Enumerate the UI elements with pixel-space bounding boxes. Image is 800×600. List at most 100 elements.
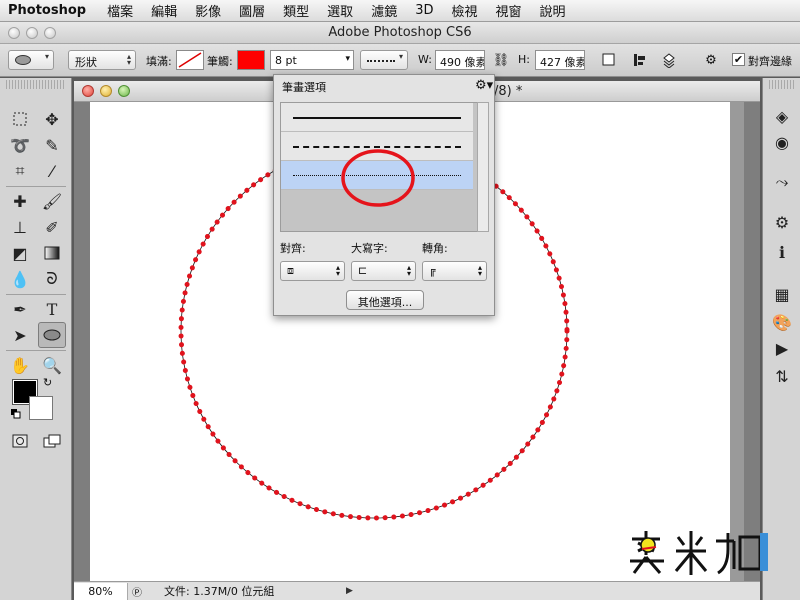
zoom-level[interactable]: 80% — [74, 582, 128, 600]
path-arrangement-icon[interactable] — [660, 51, 678, 69]
color-panel-icon[interactable]: 🎨 — [769, 310, 795, 334]
swatches-panel-icon[interactable]: ▦ — [769, 282, 795, 306]
gear-icon[interactable]: ⚙▾ — [475, 78, 493, 93]
menu-edit[interactable]: 編輯 — [142, 1, 186, 20]
marquee-tool-icon[interactable] — [6, 106, 34, 132]
path-selection-tool-icon[interactable]: ➤ — [6, 322, 34, 348]
document-close-button[interactable] — [82, 85, 94, 97]
stroke-style-solid[interactable] — [281, 103, 473, 132]
document-title: /8) * — [494, 84, 523, 99]
chevron-down-icon: ▾ — [398, 52, 403, 61]
status-menu-arrow-icon[interactable]: ▶ — [346, 586, 353, 596]
updown-arrows-icon: ▴ ▾ — [477, 263, 482, 278]
stroke-color-swatch[interactable] — [237, 50, 265, 70]
status-bar: 80% Ⓟ 文件: 1.37M/0 位元組 ▶ — [74, 581, 760, 600]
document-zoom-button[interactable] — [118, 85, 130, 97]
height-label: H: — [518, 53, 530, 66]
file-size-info: 文件: 1.37M/0 位元組 — [164, 585, 275, 598]
zoom-tool-icon[interactable]: 🔍 — [38, 352, 66, 378]
clone-stamp-tool-icon[interactable]: ⊥ — [6, 214, 34, 240]
type-tool-icon[interactable]: T — [38, 296, 66, 322]
align-label: 對齊: — [280, 242, 306, 255]
proof-icon[interactable]: Ⓟ — [128, 584, 146, 599]
actions-panel-icon[interactable]: ▶ — [769, 336, 795, 360]
more-options-button[interactable]: 其他選項... — [346, 290, 424, 310]
swap-colors-icon[interactable]: ↻ — [43, 376, 52, 389]
info-panel-icon[interactable]: ℹ — [769, 240, 795, 264]
adjustments-panel-icon[interactable]: ⚙ — [769, 210, 795, 234]
hand-tool-icon[interactable]: ✋ — [6, 352, 34, 378]
menu-view[interactable]: 檢視 — [442, 1, 486, 20]
stroke-type-picker[interactable]: ▾ — [360, 50, 408, 70]
corners-label: 轉角: — [422, 242, 448, 255]
stroke-options-title: 筆畫選項 — [282, 81, 326, 94]
vertical-scrollbar[interactable] — [730, 102, 744, 581]
panel-grip[interactable] — [6, 80, 66, 89]
no-fill-icon — [178, 52, 202, 68]
fill-swatch[interactable] — [176, 50, 204, 70]
align-dropdown[interactable]: ⧈ ▴ ▾ — [280, 261, 345, 281]
chevron-down-icon: ▾ — [345, 54, 350, 64]
ellipse-preset-icon — [15, 55, 31, 65]
gradient-tool-icon[interactable] — [38, 240, 66, 266]
align-inside-icon: ⧈ — [287, 264, 294, 277]
updown-arrows-icon: ▴ ▾ — [335, 263, 340, 278]
background-color-swatch[interactable] — [29, 396, 53, 420]
menu-file[interactable]: 檔案 — [98, 1, 142, 20]
eraser-tool-icon[interactable]: ◩ — [6, 240, 34, 266]
tool-preset-picker[interactable]: ▾ — [8, 50, 54, 70]
ellipse-tool-icon[interactable] — [38, 322, 66, 348]
path-operations-icon[interactable] — [600, 51, 618, 69]
quick-mask-icon[interactable] — [6, 428, 34, 454]
default-colors-icon[interactable] — [11, 409, 21, 419]
app-menu[interactable]: Photoshop — [0, 3, 98, 18]
caps-dropdown[interactable]: ⊏ ▴ ▾ — [351, 261, 416, 281]
stroke-label: 筆觸: — [207, 55, 233, 68]
fill-label: 填滿: — [146, 55, 172, 68]
stroke-width-field[interactable]: 8 pt ▾ — [270, 50, 354, 70]
corners-dropdown[interactable]: ╔ ▴ ▾ — [422, 261, 487, 281]
menu-type[interactable]: 類型 — [274, 1, 318, 20]
menu-help[interactable]: 說明 — [531, 1, 575, 20]
eyedropper-tool-icon[interactable]: ⁄ — [38, 158, 66, 184]
screen-mode-icon[interactable] — [38, 428, 66, 454]
panel-dock: ◈ ◉ ⤳ ⚙ ℹ ▦ 🎨 ▶ ⇅ — [762, 78, 800, 600]
blur-tool-icon[interactable]: 💧 — [6, 266, 34, 292]
layers-panel-icon[interactable]: ◈ — [769, 104, 795, 128]
lasso-tool-icon[interactable]: ➰ — [6, 132, 34, 158]
panel-grip[interactable] — [769, 80, 795, 89]
healing-brush-tool-icon[interactable]: ✚ — [6, 188, 34, 214]
align-edges-checkbox[interactable]: ✔ — [732, 53, 745, 66]
move-tool-icon[interactable]: ✥ — [38, 106, 66, 132]
application-title: Adobe Photoshop CS6 — [328, 25, 472, 40]
menu-layer[interactable]: 圖層 — [230, 1, 274, 20]
tool-divider — [6, 186, 66, 187]
width-label: W: — [418, 53, 432, 66]
menu-select[interactable]: 選取 — [318, 1, 362, 20]
gear-icon[interactable]: ⚙ — [702, 51, 720, 69]
document-minimize-button[interactable] — [100, 85, 112, 97]
history-brush-tool-icon[interactable]: ✐ — [38, 214, 66, 240]
history-panel-icon[interactable]: ⇅ — [769, 364, 795, 388]
options-bar: ▾ 形狀 ▴ ▾ 填滿: 筆觸: 8 pt ▾ ▾ W: 490 像素 ⛓ H: … — [0, 44, 800, 77]
menu-image[interactable]: 影像 — [186, 1, 230, 20]
paths-panel-icon[interactable]: ⤳ — [769, 170, 795, 194]
pen-tool-icon[interactable]: ✒ — [6, 296, 34, 322]
path-alignment-icon[interactable] — [630, 51, 648, 69]
link-icon[interactable]: ⛓ — [492, 51, 510, 69]
dodge-tool-icon[interactable]: ᘐ — [38, 266, 66, 292]
brush-tool-icon[interactable]: 🖌 — [38, 188, 66, 214]
stroke-list-scrollbar[interactable] — [477, 102, 489, 232]
channels-panel-icon[interactable]: ◉ — [769, 130, 795, 154]
width-field[interactable]: 490 像素 — [435, 50, 485, 70]
crop-tool-icon[interactable]: ⌗ — [6, 158, 34, 184]
menu-filter[interactable]: 濾鏡 — [362, 1, 406, 20]
watermark-logo-graphic — [630, 531, 768, 575]
height-field[interactable]: 427 像素 — [535, 50, 585, 70]
cap-style-icon: ⊏ — [358, 264, 368, 277]
menu-window[interactable]: 視窗 — [487, 1, 531, 20]
corner-style-icon: ╔ — [429, 264, 436, 277]
tool-mode-select[interactable]: 形狀 ▴ ▾ — [68, 50, 136, 70]
quick-selection-tool-icon[interactable]: ✎ — [38, 132, 66, 158]
menu-3d[interactable]: 3D — [406, 3, 442, 18]
